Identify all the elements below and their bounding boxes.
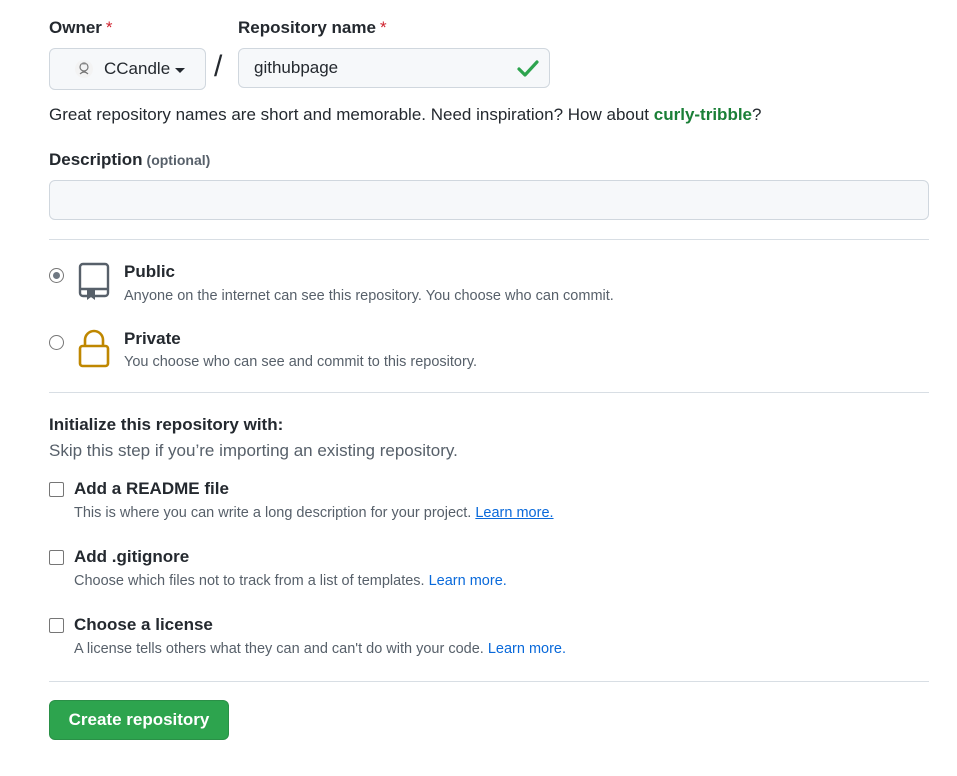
repo-icon xyxy=(78,262,110,300)
divider xyxy=(49,681,929,682)
divider xyxy=(49,239,929,240)
name-suggestion-link[interactable]: curly-tribble xyxy=(654,105,752,124)
repo-name-input[interactable] xyxy=(238,48,550,88)
create-repository-button[interactable]: Create repository xyxy=(49,700,229,740)
public-description: Anyone on the internet can see this repo… xyxy=(124,288,614,304)
description-label: Description (optional) xyxy=(49,150,211,169)
required-mark: * xyxy=(379,18,387,37)
init-section-title: Initialize this repository with: xyxy=(49,415,284,434)
license-description: A license tells others what they can and… xyxy=(74,641,567,657)
license-checkbox[interactable] xyxy=(49,618,64,633)
required-mark: * xyxy=(105,18,113,37)
license-title: Choose a license xyxy=(74,615,213,634)
lock-icon xyxy=(78,329,110,368)
public-radio[interactable] xyxy=(49,268,64,283)
repo-name-label: Repository name * xyxy=(238,18,387,37)
private-description: You choose who can see and commit to thi… xyxy=(124,354,478,370)
public-title: Public xyxy=(124,262,176,281)
readme-title: Add a README file xyxy=(74,479,229,498)
gitignore-checkbox[interactable] xyxy=(49,550,64,565)
divider xyxy=(49,392,929,393)
owner-label: Owner * xyxy=(49,18,113,37)
gitignore-description: Choose which files not to track from a l… xyxy=(74,573,507,589)
gitignore-learn-more-link[interactable]: Learn more. xyxy=(429,573,507,589)
readme-description: This is where you can write a long descr… xyxy=(74,505,554,521)
caret-down-icon xyxy=(175,67,186,73)
readme-learn-more-link[interactable]: Learn more. xyxy=(475,505,553,521)
gitignore-title: Add .gitignore xyxy=(74,547,190,566)
readme-checkbox[interactable] xyxy=(49,482,64,497)
owner-name: CCandle xyxy=(104,59,171,78)
init-section-subtitle: Skip this step if you’re importing an ex… xyxy=(49,441,458,460)
license-learn-more-link[interactable]: Learn more. xyxy=(488,641,566,657)
owner-repo-separator: / xyxy=(214,50,223,83)
private-title: Private xyxy=(124,329,181,348)
private-radio[interactable] xyxy=(49,335,64,350)
owner-select[interactable]: CCandle xyxy=(49,48,206,90)
owner-avatar-icon xyxy=(75,60,93,78)
repo-name-hint: Great repository names are short and mem… xyxy=(49,105,762,124)
check-icon xyxy=(517,60,539,77)
description-input[interactable] xyxy=(49,180,929,220)
